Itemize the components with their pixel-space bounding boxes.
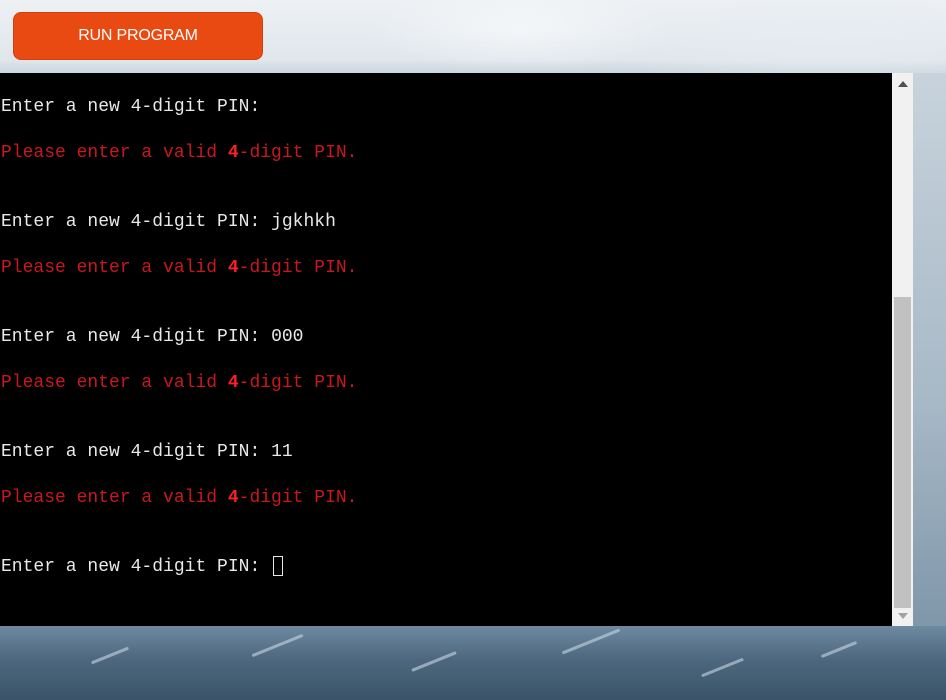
error-text-after: -digit PIN. [238, 373, 358, 393]
terminal-active-prompt-line[interactable]: Enter a new 4-digit PIN: [1, 555, 284, 579]
error-digit: 4 [227, 373, 239, 393]
terminal-output[interactable]: Enter a new 4-digit PIN: Please enter a … [0, 73, 892, 626]
triangle-up-icon [897, 80, 908, 87]
terminal-scrollbar[interactable] [892, 73, 913, 626]
prompt-text: Enter a new 4-digit PIN: [1, 97, 261, 117]
terminal-prompt-line: Enter a new 4-digit PIN: jgkhkh [1, 210, 336, 234]
run-program-button[interactable]: RUN PROGRAM [13, 12, 263, 60]
prompt-input: jgkhkh [271, 212, 336, 232]
error-digit: 4 [227, 488, 239, 508]
error-text-after: -digit PIN. [238, 258, 358, 278]
terminal-error-line: Please enter a valid 4-digit PIN. [1, 256, 357, 280]
terminal-error-line: Please enter a valid 4-digit PIN. [1, 371, 357, 395]
error-digit: 4 [227, 143, 239, 163]
triangle-down-icon [897, 612, 908, 619]
terminal-window[interactable]: Enter a new 4-digit PIN: Please enter a … [0, 73, 913, 626]
prompt-text: Enter a new 4-digit PIN: [1, 442, 261, 462]
background-image-bottom [0, 626, 946, 700]
terminal-error-line: Please enter a valid 4-digit PIN. [1, 486, 357, 510]
prompt-input: 11 [271, 442, 293, 462]
terminal-cursor[interactable] [273, 556, 284, 576]
error-text-after: -digit PIN. [238, 488, 358, 508]
error-text-before: Please enter a valid [1, 373, 228, 393]
prompt-text: Enter a new 4-digit PIN: [1, 327, 261, 347]
error-text-before: Please enter a valid [1, 258, 228, 278]
error-digit: 4 [227, 258, 239, 278]
scroll-down-button[interactable] [892, 605, 913, 626]
prompt-input: 000 [271, 327, 304, 347]
terminal-prompt-line: Enter a new 4-digit PIN: 11 [1, 440, 293, 464]
terminal-prompt-line: Enter a new 4-digit PIN: [1, 95, 271, 119]
error-text-before: Please enter a valid [1, 143, 228, 163]
error-text-after: -digit PIN. [238, 143, 358, 163]
terminal-prompt-line: Enter a new 4-digit PIN: 000 [1, 325, 303, 349]
terminal-error-line: Please enter a valid 4-digit PIN. [1, 141, 357, 165]
prompt-text: Enter a new 4-digit PIN: [1, 557, 261, 577]
prompt-text: Enter a new 4-digit PIN: [1, 212, 261, 232]
background-image-right [913, 73, 946, 626]
error-text-before: Please enter a valid [1, 488, 228, 508]
scroll-up-button[interactable] [892, 73, 913, 94]
scrollbar-thumb[interactable] [894, 297, 911, 608]
